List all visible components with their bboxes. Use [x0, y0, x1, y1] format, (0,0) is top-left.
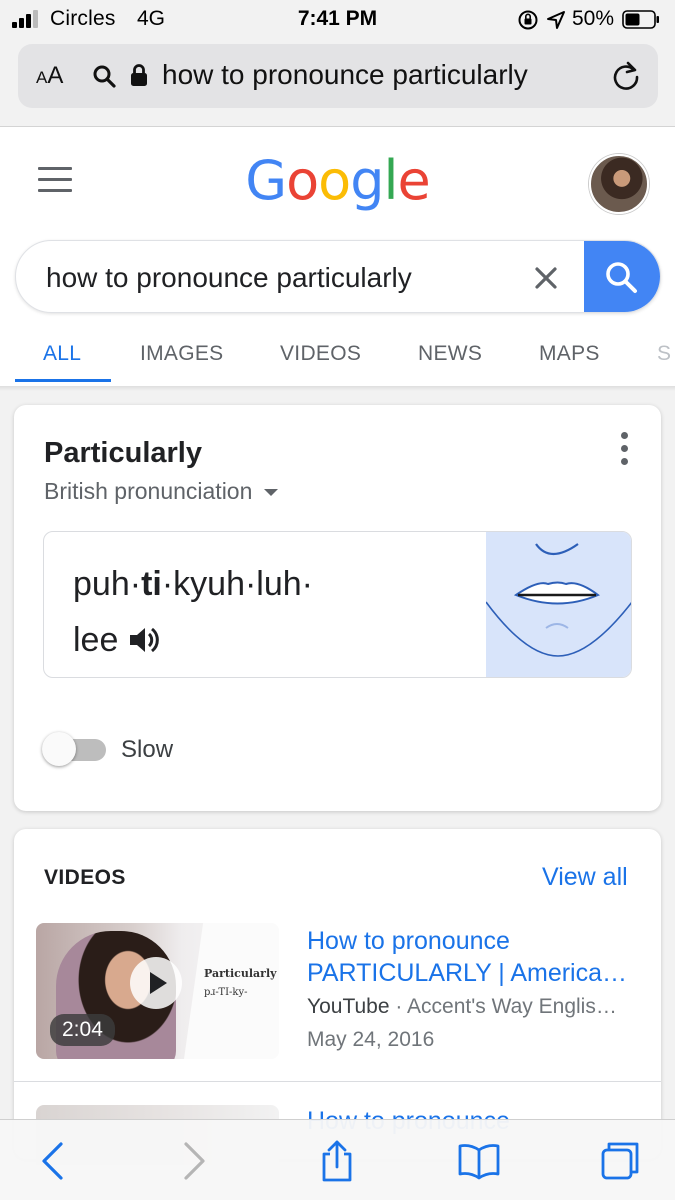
- battery-icon: [622, 10, 659, 29]
- tab-images[interactable]: IMAGES: [140, 342, 223, 366]
- video-title-line2: PARTICULARLY | America…: [307, 959, 628, 987]
- video-platform: YouTube: [307, 995, 390, 1018]
- search-input[interactable]: how to pronounce particularly: [46, 262, 412, 294]
- video-duration: 2:04: [50, 1014, 115, 1046]
- bookmarks-icon[interactable]: [458, 1140, 500, 1182]
- tab-videos[interactable]: VIDEOS: [280, 342, 361, 366]
- tabs-shadow: [0, 386, 675, 391]
- stressed-syllable: ti: [141, 565, 162, 603]
- video-channel: · Accent's Way Englis…: [395, 995, 617, 1018]
- thumb-phonetic: pɹ-TI-ky-: [204, 987, 248, 998]
- url-text[interactable]: how to pronounce particularly: [162, 59, 528, 91]
- videos-header: VIDEOS: [44, 866, 126, 889]
- lock-icon: [131, 64, 147, 86]
- syllable-last: lee: [73, 621, 119, 659]
- syllable-pre: puh·: [73, 565, 142, 603]
- chevron-down-icon: [264, 489, 279, 497]
- video-title-link[interactable]: How to pronounce PARTICULARLY | America…: [307, 925, 637, 989]
- location-icon: [547, 11, 565, 29]
- tab-shopping-partial[interactable]: S: [657, 342, 671, 366]
- accent-label: British pronunciation: [44, 478, 253, 504]
- play-icon[interactable]: [130, 957, 182, 1009]
- speaker-icon[interactable]: [128, 625, 162, 655]
- pronunciation-box: puh·ti·kyuh·luh· lee: [43, 531, 632, 678]
- battery-percent: 50%: [572, 7, 615, 30]
- active-tab-indicator: [15, 379, 111, 382]
- search-icon: [93, 65, 116, 88]
- rotation-lock-icon: [518, 10, 538, 30]
- reload-icon[interactable]: [610, 60, 642, 92]
- video-thumbnail[interactable]: Particularly pɹ-TI-ky- 2:04: [36, 923, 279, 1059]
- phonetic-spelling: puh·ti·kyuh·luh· lee: [73, 556, 473, 668]
- mouth-illustration: [485, 532, 631, 677]
- more-icon[interactable]: [618, 432, 630, 466]
- search-button[interactable]: [584, 241, 660, 312]
- video-title-line1: How to pronounce: [307, 927, 510, 955]
- avatar[interactable]: [589, 154, 649, 214]
- browser-toolbar: [0, 1119, 675, 1200]
- search-tabs: ALL IMAGES VIDEOS NEWS MAPS S: [0, 338, 675, 384]
- videos-card: VIDEOS View all Particularly pɹ-TI-ky- 2…: [14, 829, 661, 1165]
- tabs-icon[interactable]: [599, 1140, 641, 1182]
- video-date: May 24, 2016: [307, 1028, 435, 1051]
- word-title: Particularly: [44, 437, 202, 469]
- forward-icon[interactable]: [172, 1140, 214, 1182]
- search-icon: [606, 262, 637, 293]
- slow-toggle[interactable]: [42, 731, 108, 767]
- tab-news[interactable]: NEWS: [418, 342, 482, 366]
- pronunciation-card: Particularly British pronunciation puh·t…: [14, 405, 661, 811]
- syllable-post: ·kyuh·luh·: [161, 565, 314, 603]
- thumb-word: Particularly: [204, 967, 277, 980]
- tab-all[interactable]: ALL: [43, 342, 81, 366]
- view-all-link[interactable]: View all: [542, 863, 628, 892]
- video-divider: [14, 1081, 661, 1082]
- tab-maps[interactable]: MAPS: [539, 342, 600, 366]
- address-bar[interactable]: AA how to pronounce particularly: [18, 44, 658, 108]
- text-size-button[interactable]: AA: [36, 62, 63, 90]
- search-box[interactable]: how to pronounce particularly: [15, 240, 661, 313]
- share-icon[interactable]: [316, 1140, 358, 1182]
- google-logo[interactable]: Google: [0, 149, 675, 212]
- accent-dropdown[interactable]: British pronunciation: [44, 478, 279, 505]
- slow-label: Slow: [121, 736, 174, 763]
- status-bar: Circles 4G 7:41 PM 50%: [0, 0, 675, 40]
- video-source: YouTube · Accent's Way Englis…: [307, 995, 637, 1019]
- clear-icon[interactable]: [531, 263, 561, 293]
- google-header: Google how to pronounce particularly ALL…: [0, 127, 675, 387]
- back-icon[interactable]: [33, 1140, 75, 1182]
